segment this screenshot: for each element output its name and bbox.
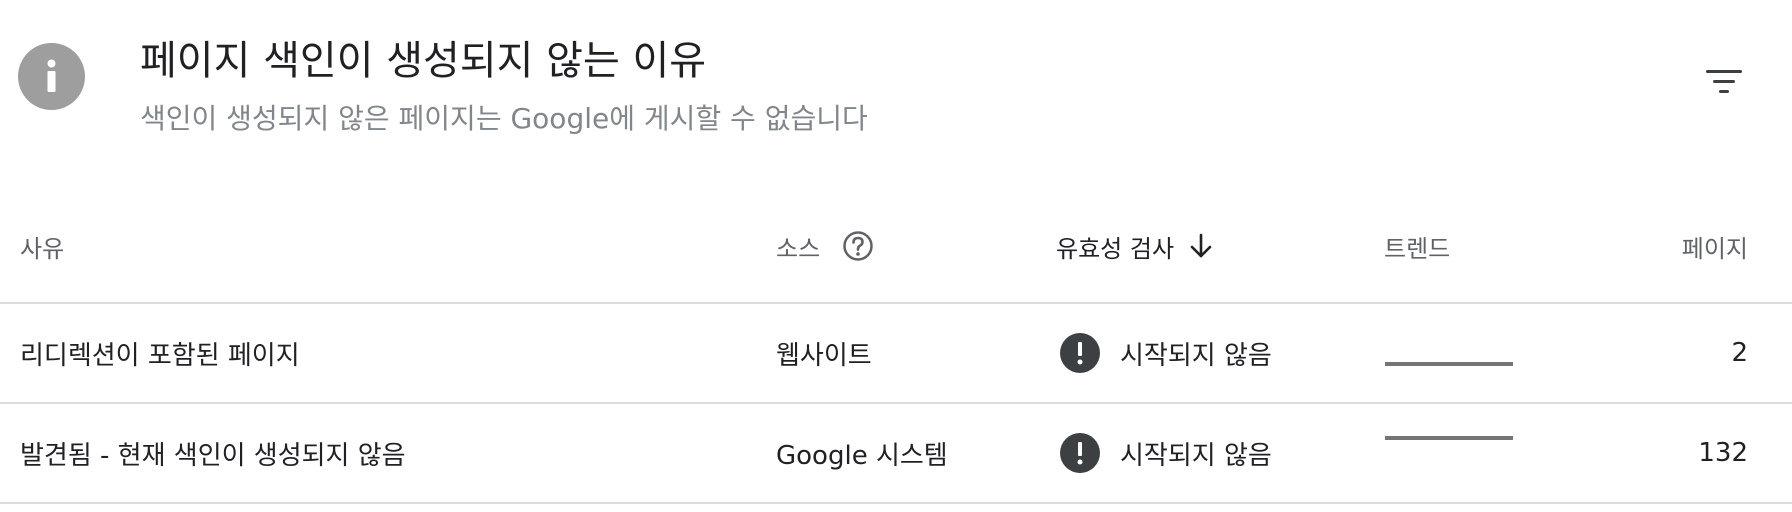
page: 페이지 색인이 생성되지 않는 이유 색인이 생성되지 않은 페이지는 Goog… xyxy=(0,0,1792,512)
row-reason: 리디렉션이 포함된 페이지 xyxy=(20,340,300,371)
row-trend xyxy=(1384,304,1514,402)
row-trend xyxy=(1384,404,1514,502)
row-reason: 발견됨 - 현재 색인이 생성되지 않음 xyxy=(20,440,406,471)
help-icon[interactable] xyxy=(842,230,874,262)
table-divider xyxy=(0,502,1792,504)
column-header-pages-label: 페이지 xyxy=(1681,234,1748,263)
column-header-reason[interactable]: 사유 xyxy=(20,226,64,266)
filter-button[interactable] xyxy=(1696,54,1752,110)
row-source: 웹사이트 xyxy=(776,340,872,371)
filter-icon xyxy=(1706,70,1742,93)
column-header-reason-label: 사유 xyxy=(20,234,65,263)
column-header-validation-label: 유효성 검사 xyxy=(1056,234,1175,263)
page-subtitle: 색인이 생성되지 않은 페이지는 Google에 게시할 수 없습니다 xyxy=(140,102,868,135)
alert-icon xyxy=(1060,333,1100,373)
row-source: Google 시스템 xyxy=(776,440,948,471)
table-row[interactable]: 리디렉션이 포함된 페이지 웹사이트 시작되지 않음 2 xyxy=(0,304,1792,402)
row-pages-count: 132 xyxy=(1698,438,1748,468)
alert-icon xyxy=(1060,433,1100,473)
row-validation-status: 시작되지 않음 xyxy=(1060,304,1272,402)
row-validation-label: 시작되지 않음 xyxy=(1120,340,1272,371)
info-icon xyxy=(18,43,85,110)
trend-sparkline xyxy=(1385,362,1513,366)
trend-sparkline xyxy=(1385,436,1513,440)
table-row[interactable]: 발견됨 - 현재 색인이 생성되지 않음 Google 시스템 시작되지 않음 … xyxy=(0,404,1792,502)
column-header-pages[interactable]: 페이지 xyxy=(1682,226,1748,266)
page-title: 페이지 색인이 생성되지 않는 이유 xyxy=(140,38,707,84)
sort-down-arrow-icon xyxy=(1188,232,1214,260)
column-header-source-label: 소스 xyxy=(776,234,821,263)
row-validation-status: 시작되지 않음 xyxy=(1060,404,1272,502)
column-header-trend[interactable]: 트렌드 xyxy=(1384,226,1450,266)
row-validation-label: 시작되지 않음 xyxy=(1120,440,1272,471)
column-header-source[interactable]: 소스 xyxy=(776,226,874,266)
row-pages-count: 2 xyxy=(1731,338,1748,368)
column-header-validation[interactable]: 유효성 검사 xyxy=(1056,226,1214,266)
column-header-trend-label: 트렌드 xyxy=(1384,234,1451,263)
